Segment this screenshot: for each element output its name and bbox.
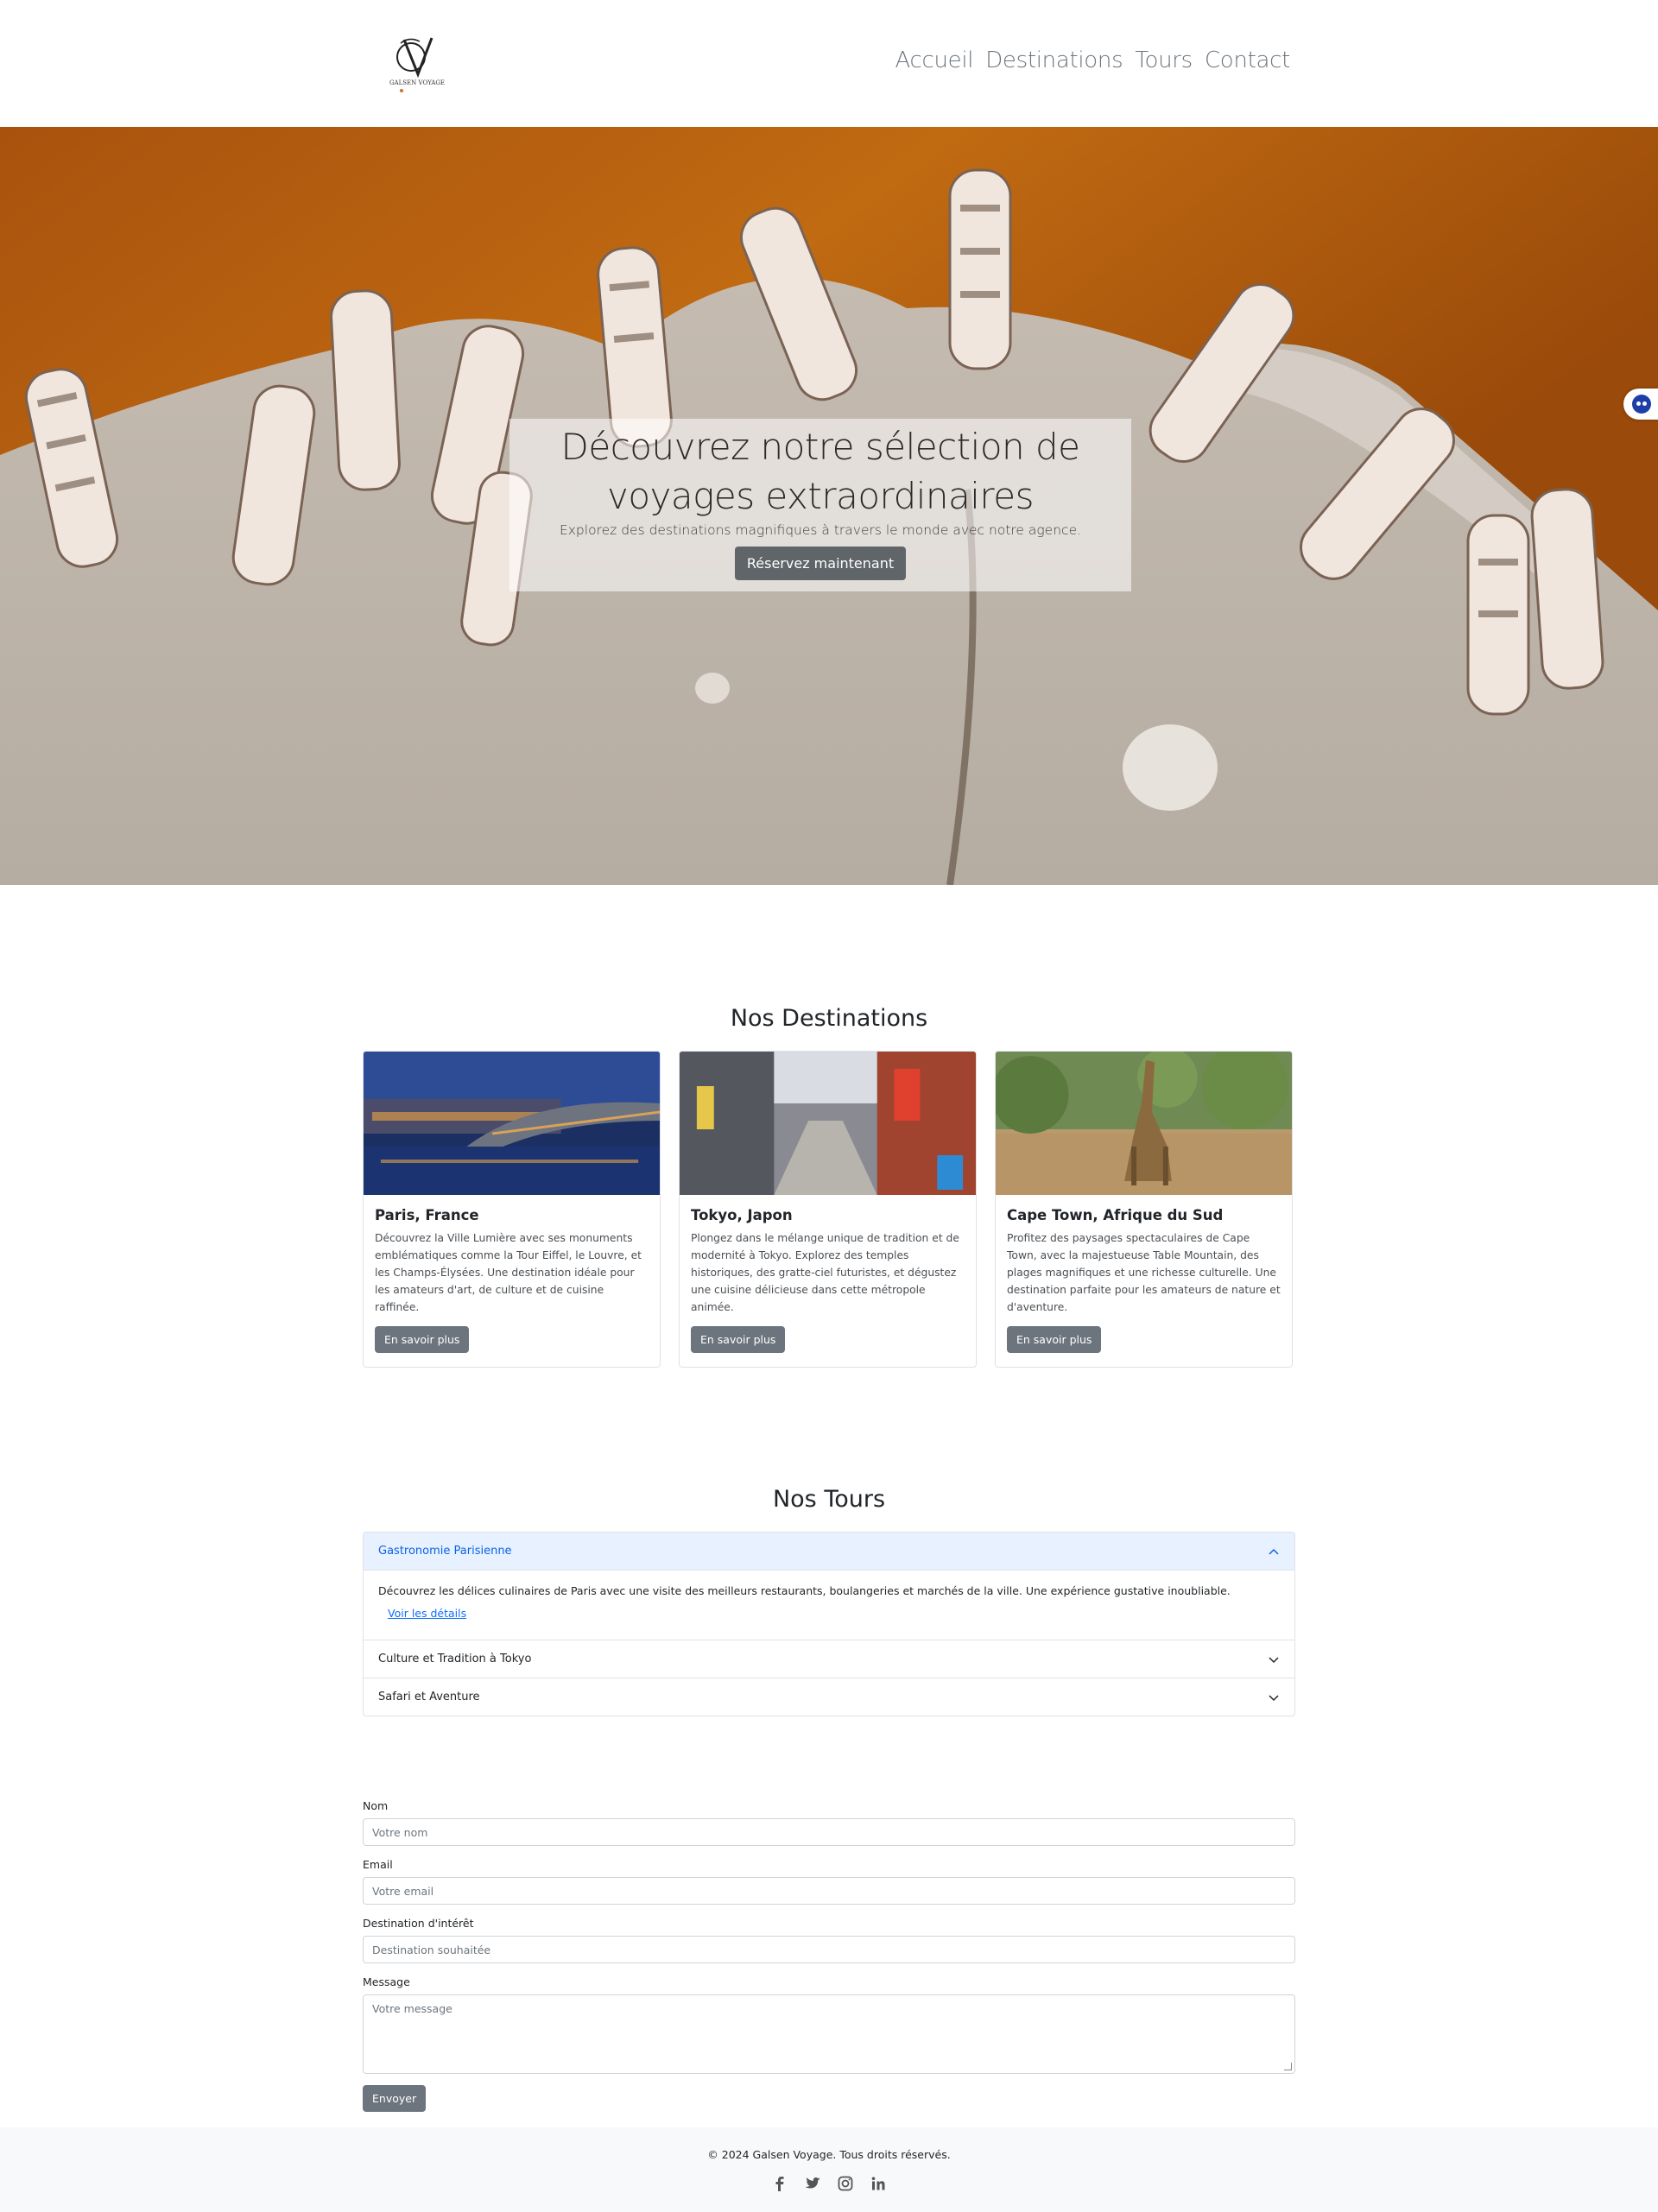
accordion-header-tokyo[interactable]: Culture et Tradition à Tokyo <box>364 1640 1294 1678</box>
logo-wordmark: GALSEN VOYAGE <box>389 79 445 86</box>
accordion-header-label: Safari et Aventure <box>378 1691 480 1703</box>
accordion-header-safari[interactable]: Safari et Aventure <box>364 1678 1294 1716</box>
logo[interactable]: GALSEN VOYAGE <box>385 33 449 97</box>
hero-title: Découvrez notre sélection de voyages ext… <box>560 426 1080 517</box>
learn-more-button[interactable]: En savoir plus <box>1007 1326 1102 1353</box>
chevron-up-icon <box>1269 1548 1279 1555</box>
destination-card-paris: Paris, France Découvrez la Ville Lumière… <box>363 1051 661 1368</box>
tours-accordion: Gastronomie Parisienne Découvrez les dél… <box>363 1532 1295 1716</box>
instagram-icon[interactable] <box>837 2175 854 2192</box>
learn-more-button[interactable]: En savoir plus <box>691 1326 786 1353</box>
book-now-button[interactable]: Réservez maintenant <box>734 547 907 580</box>
card-text: Plongez dans le mélange unique de tradit… <box>691 1232 959 1313</box>
card-title: Tokyo, Japon <box>691 1207 793 1223</box>
navbar: GALSEN VOYAGE Accueil Destinations Tours… <box>0 0 1658 127</box>
hero-overlay: Découvrez notre sélection de voyages ext… <box>509 419 1131 591</box>
view-details-link[interactable]: Voir les détails <box>388 1605 1280 1622</box>
message-textarea[interactable]: Votre message <box>363 1994 1295 2074</box>
destination-field[interactable]: Destination souhaitée <box>363 1936 1295 1963</box>
card-text: Profitez des paysages spectaculaires de … <box>1007 1232 1281 1313</box>
message-label: Message <box>363 1975 410 1988</box>
accordion-header-gastronomie[interactable]: Gastronomie Parisienne <box>364 1533 1294 1571</box>
destination-label: Destination d'intérêt <box>363 1917 474 1930</box>
footer: © 2024 Galsen Voyage. Tous droits réserv… <box>0 2127 1658 2212</box>
accordion-header-label: Gastronomie Parisienne <box>378 1545 512 1558</box>
tours-title: Nos Tours <box>772 1486 886 1513</box>
linkedin-icon[interactable] <box>870 2175 887 2192</box>
hero-subtitle: Explorez des destinations magnifiques à … <box>559 522 1082 538</box>
social-links <box>0 2175 1658 2192</box>
card-title: Paris, France <box>375 1207 479 1223</box>
nav-link-destinations[interactable]: Destinations <box>985 47 1123 73</box>
chevron-down-icon <box>1269 1694 1279 1701</box>
logo-mark: GALSEN VOYAGE <box>389 37 445 92</box>
destination-card-cape-town: Cape Town, Afrique du Sud Profitez des p… <box>995 1051 1293 1368</box>
accordion-body-text: Découvrez les délices culinaires de Pari… <box>378 1584 1231 1597</box>
email-label: Email <box>363 1858 393 1871</box>
name-field[interactable]: Votre nom <box>363 1818 1295 1846</box>
card-text: Découvrez la Ville Lumière avec ses monu… <box>375 1232 642 1313</box>
learn-more-button[interactable]: En savoir plus <box>375 1326 470 1353</box>
submit-button[interactable]: Envoyer <box>363 2085 427 2112</box>
destinations-title: Nos Destinations <box>730 1005 928 1032</box>
widget-face-icon <box>1632 395 1651 414</box>
accordion-header-label: Culture et Tradition à Tokyo <box>378 1653 532 1665</box>
hero-section: Découvrez notre sélection de voyages ext… <box>0 127 1658 885</box>
card-title: Cape Town, Afrique du Sud <box>1007 1207 1224 1223</box>
nav-link-contact[interactable]: Contact <box>1205 47 1290 73</box>
nav-menu: Accueil Destinations Tours Contact <box>895 47 1290 73</box>
destination-cards: Paris, France Découvrez la Ville Lumière… <box>363 1051 1295 1368</box>
facebook-icon[interactable] <box>771 2175 788 2192</box>
chevron-down-icon <box>1269 1656 1279 1663</box>
footer-copyright: © 2024 Galsen Voyage. Tous droits réserv… <box>707 2148 951 2161</box>
tokyo-image <box>680 1052 976 1195</box>
contact-form: Nom Votre nom Email Votre email Destinat… <box>363 1799 1295 2112</box>
cape-town-image <box>996 1052 1292 1195</box>
accordion-body-gastronomie: Découvrez les délices culinaires de Pari… <box>364 1571 1294 1640</box>
paris-image <box>364 1052 660 1195</box>
email-field[interactable]: Votre email <box>363 1877 1295 1905</box>
nav-link-tours[interactable]: Tours <box>1135 47 1193 73</box>
nav-link-accueil[interactable]: Accueil <box>895 47 973 73</box>
twitter-icon[interactable] <box>804 2175 821 2192</box>
accessibility-widget-button[interactable] <box>1623 389 1658 420</box>
name-label: Nom <box>363 1799 389 1812</box>
destination-card-tokyo: Tokyo, Japon Plongez dans le mélange uni… <box>679 1051 977 1368</box>
